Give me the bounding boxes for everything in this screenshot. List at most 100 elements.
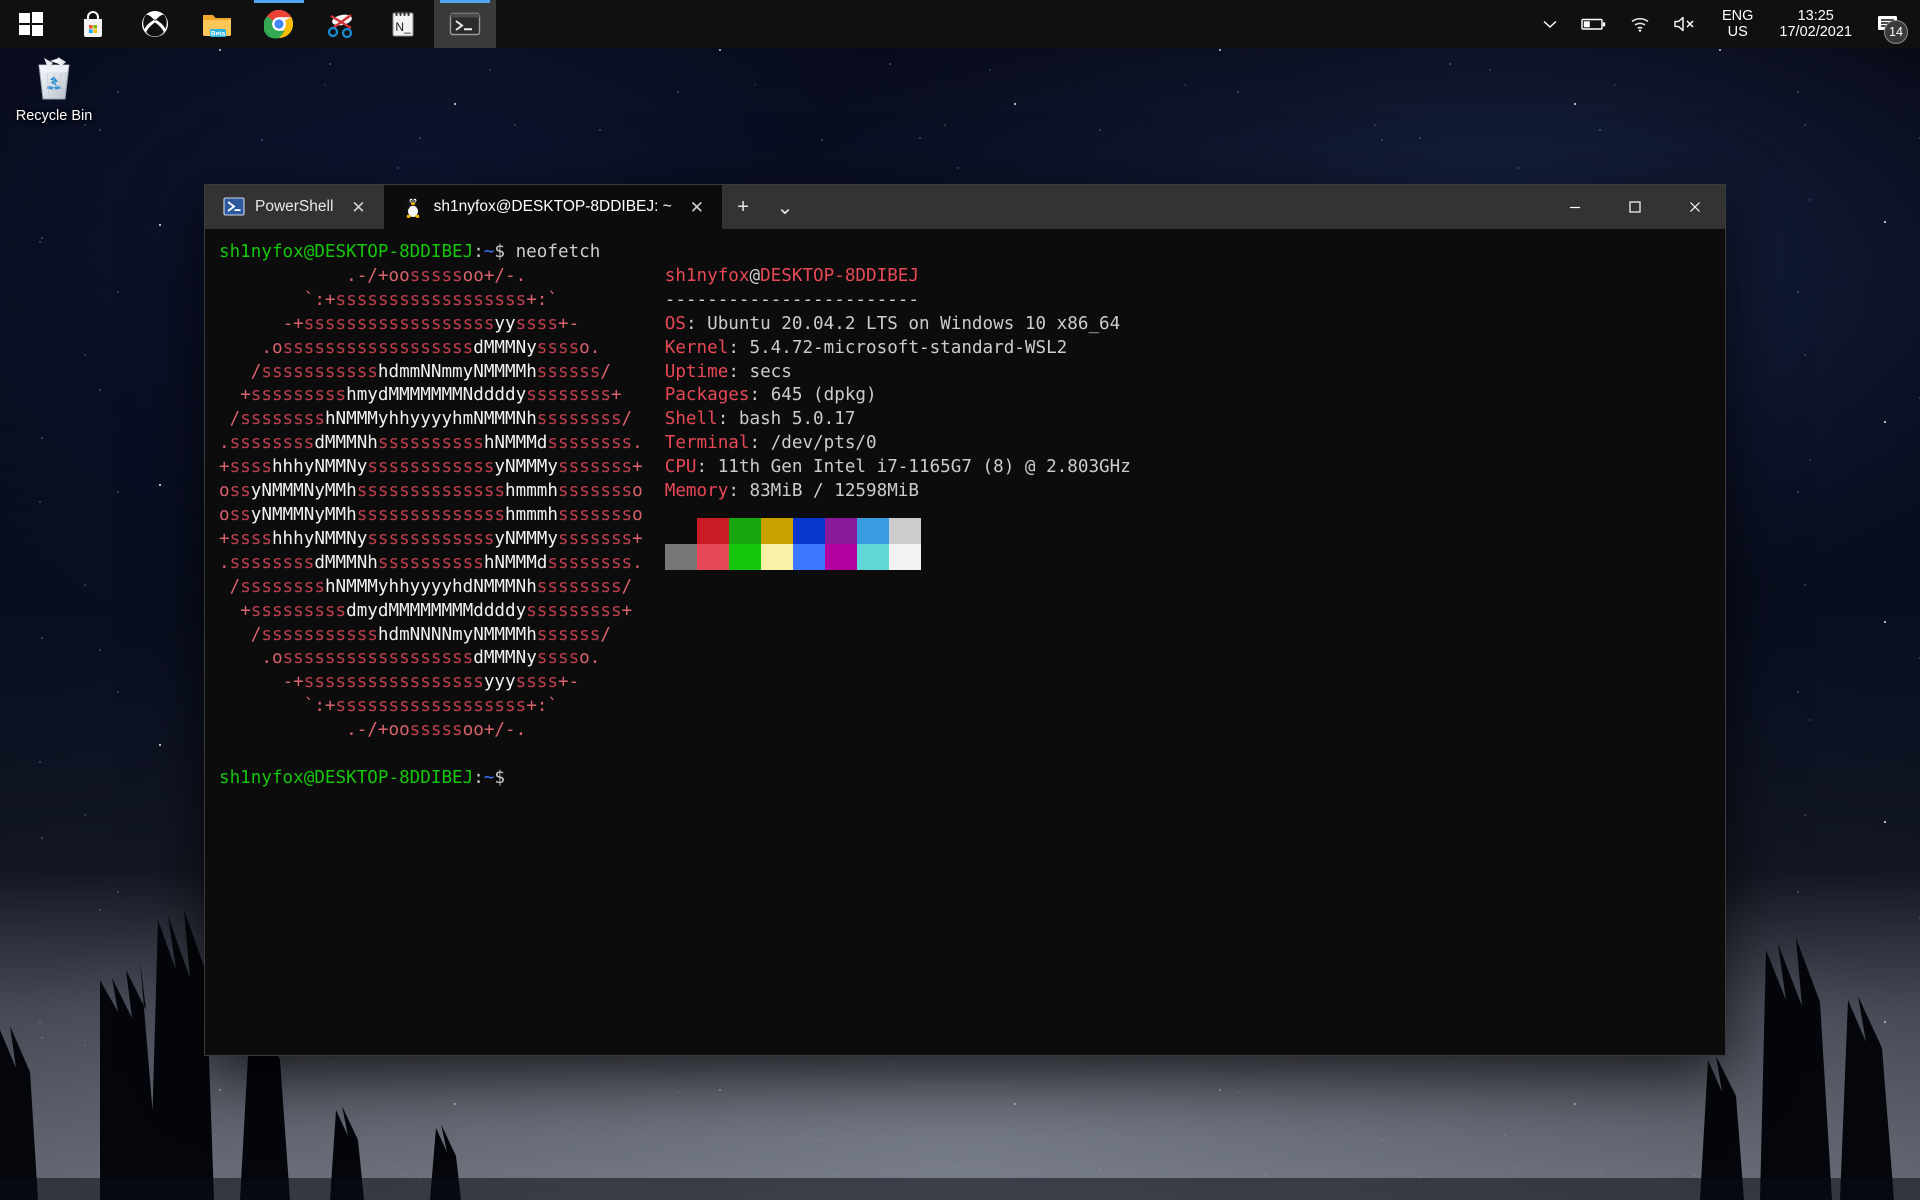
notification-count-badge: 14 <box>1884 20 1908 44</box>
palette-row-bottom <box>665 544 1131 570</box>
ascii-art-line: /ssssssssssshdmmNNmmyNMMMMhssssss/ <box>219 361 643 385</box>
neofetch-field-row: Kernel: 5.4.72-microsoft-standard-WSL2 <box>665 337 1131 361</box>
desktop-icon-recycle-bin[interactable]: Recycle Bin <box>8 52 100 124</box>
palette-top-swatch <box>761 518 793 544</box>
neofetch-field-key: OS <box>665 314 686 334</box>
neofetch-field-separator: : <box>750 385 771 405</box>
taskbar-microsoft-store[interactable] <box>62 0 124 48</box>
start-button[interactable] <box>0 0 62 48</box>
ascii-art-line: ossyNMMMNyMMhsssssssssssssshmmmhssssssso <box>219 504 643 528</box>
neofetch-field-separator: : <box>728 362 749 382</box>
palette-bottom-swatch <box>793 544 825 570</box>
action-center-button[interactable]: 14 <box>1866 0 1914 48</box>
maximize-button[interactable] <box>1605 185 1665 229</box>
palette-bottom-swatch <box>857 544 889 570</box>
new-tab-button[interactable]: + <box>722 185 764 229</box>
ascii-art-line: +sssshhhyNMMNyssssssssssssyNMMMysssssss+ <box>219 456 643 480</box>
clock-time: 13:25 <box>1798 8 1834 24</box>
speaker-muted-icon <box>1673 15 1699 33</box>
neofetch-field-row: Packages: 645 (dpkg) <box>665 384 1131 408</box>
neofetch-field-row: Terminal: /dev/pts/0 <box>665 432 1131 456</box>
palette-bottom-swatch <box>697 544 729 570</box>
neofetch-field-row: Uptime: secs <box>665 361 1131 385</box>
svg-text:N_: N_ <box>395 20 411 34</box>
battery-button[interactable] <box>1570 0 1618 48</box>
taskbar-google-chrome[interactable] <box>248 0 310 48</box>
neofetch-field-value: 11th Gen Intel i7-1165G7 (8) @ 2.803GHz <box>718 457 1131 477</box>
neofetch-rule: ------------------------ <box>665 289 1131 313</box>
prompt-dollar: $ <box>494 242 505 262</box>
neofetch-title: sh1nyfox@DESKTOP-8DDIBEJ <box>665 265 1131 289</box>
minimize-button[interactable] <box>1545 185 1605 229</box>
neofetch-field-value: 5.4.72-microsoft-standard-WSL2 <box>750 338 1068 358</box>
scissors-icon <box>325 9 357 39</box>
language-primary: ENG <box>1722 8 1753 24</box>
ascii-art-line: .-/+oosssssoo+/-. <box>219 265 643 289</box>
recycle-bin-label: Recycle Bin <box>16 108 93 124</box>
tab-wsl-ubuntu-close-button[interactable]: ✕ <box>682 199 712 216</box>
recycle-bin-icon <box>28 52 80 104</box>
prompt-user-host: sh1nyfox@DESKTOP-8DDIBEJ <box>219 242 473 262</box>
neofetch-field-separator: : <box>728 481 749 501</box>
palette-bottom-swatch <box>729 544 761 570</box>
neofetch-field-value: bash 5.0.17 <box>739 409 856 429</box>
clock[interactable]: 13:25 17/02/2021 <box>1765 0 1866 48</box>
final-prompt-dollar: $ <box>494 768 505 788</box>
window-controls <box>1545 185 1725 229</box>
neofetch-field-value: secs <box>750 362 792 382</box>
xbox-icon <box>140 9 170 39</box>
neofetch-field-key: Packages <box>665 385 750 405</box>
tab-dropdown-button[interactable]: ⌄ <box>764 185 806 229</box>
terminal-titlebar[interactable]: PowerShell ✕ sh1nyfox@DESKTOP-8DDIBEJ: ~ <box>205 185 1725 229</box>
ascii-art-line: .ossssssssssssssssssdMMMNysssso. <box>219 337 643 361</box>
ascii-art-line: ossyNMMMNyMMhsssssssssssssshmmmhssssssso <box>219 480 643 504</box>
ascii-art-line: .-/+oosssssoo+/-. <box>219 719 643 743</box>
palette-bottom-swatch <box>761 544 793 570</box>
close-icon <box>1688 200 1702 214</box>
palette-bottom-swatch <box>889 544 921 570</box>
taskbar-windows-terminal[interactable] <box>434 0 496 48</box>
palette-row-top <box>665 518 1131 544</box>
ascii-art-line: +ssssssssshmydMMMMMMMNddddyssssssss+ <box>219 384 643 408</box>
minimize-icon <box>1568 200 1582 214</box>
neofetch-field-key: CPU <box>665 457 697 477</box>
neofetch-field-value: 645 (dpkg) <box>771 385 877 405</box>
taskbar-file-explorer[interactable]: Beta <box>186 0 248 48</box>
taskbar-snip-and-sketch[interactable] <box>310 0 372 48</box>
notepad-icon: N_ <box>389 9 417 39</box>
prompt-line-command: sh1nyfox@DESKTOP-8DDIBEJ:~$ neofetch <box>219 241 1709 265</box>
tab-wsl-ubuntu[interactable]: sh1nyfox@DESKTOP-8DDIBEJ: ~ ✕ <box>384 185 722 229</box>
palette-top-swatch <box>889 518 921 544</box>
ascii-art-line: /sssssssshNMMMyhhyyyyhdNMMMNhssssssss/ <box>219 576 643 600</box>
palette-top-swatch <box>729 518 761 544</box>
terminal-content[interactable]: sh1nyfox@DESKTOP-8DDIBEJ:~$ neofetch .-/… <box>205 229 1725 1055</box>
wifi-icon <box>1629 15 1651 33</box>
ascii-art-line: `:+ssssssssssssssssss+:` <box>219 695 643 719</box>
tab-powershell[interactable]: PowerShell ✕ <box>205 185 384 229</box>
ascii-art-line: .ssssssssdMMMNhsssssssssshNMMMdssssssss. <box>219 552 643 576</box>
neofetch-field-separator: : <box>750 433 771 453</box>
ascii-art-line: .ossssssssssssssssssdMMMNysssso. <box>219 647 643 671</box>
final-prompt-path: ~ <box>484 768 495 788</box>
palette-bottom-swatch <box>665 544 697 570</box>
system-tray: ENG US 13:25 17/02/2021 14 <box>1530 0 1920 48</box>
neofetch-field-row: OS: Ubuntu 20.04.2 LTS on Windows 10 x86… <box>665 313 1131 337</box>
ascii-art-line: +sssssssssdmydMMMMMMMMddddysssssssss+ <box>219 600 643 624</box>
typed-command: neofetch <box>516 242 601 262</box>
ascii-art-line: .ssssssssdMMMNhsssssssssshNMMMdssssssss. <box>219 432 643 456</box>
ascii-art-line: `:+ssssssssssssssssss+:` <box>219 289 643 313</box>
taskbar-xbox[interactable] <box>124 0 186 48</box>
volume-button[interactable] <box>1662 0 1710 48</box>
neofetch-field-value: 83MiB / 12598MiB <box>750 481 919 501</box>
show-hidden-icons-button[interactable] <box>1530 0 1570 48</box>
language-secondary: US <box>1728 24 1748 40</box>
ascii-art-line: /sssssssshNMMMyhhyyyyhmNMMMNhssssssss/ <box>219 408 643 432</box>
taskbar-notepad[interactable]: N_ <box>372 0 434 48</box>
language-indicator[interactable]: ENG US <box>1710 0 1765 48</box>
network-button[interactable] <box>1618 0 1662 48</box>
close-button[interactable] <box>1665 185 1725 229</box>
neofetch-title-host: DESKTOP-8DDIBEJ <box>760 266 919 286</box>
tab-strip: PowerShell ✕ sh1nyfox@DESKTOP-8DDIBEJ: ~ <box>205 185 806 229</box>
tab-powershell-close-button[interactable]: ✕ <box>343 199 373 216</box>
neofetch-field-key: Kernel <box>665 338 729 358</box>
